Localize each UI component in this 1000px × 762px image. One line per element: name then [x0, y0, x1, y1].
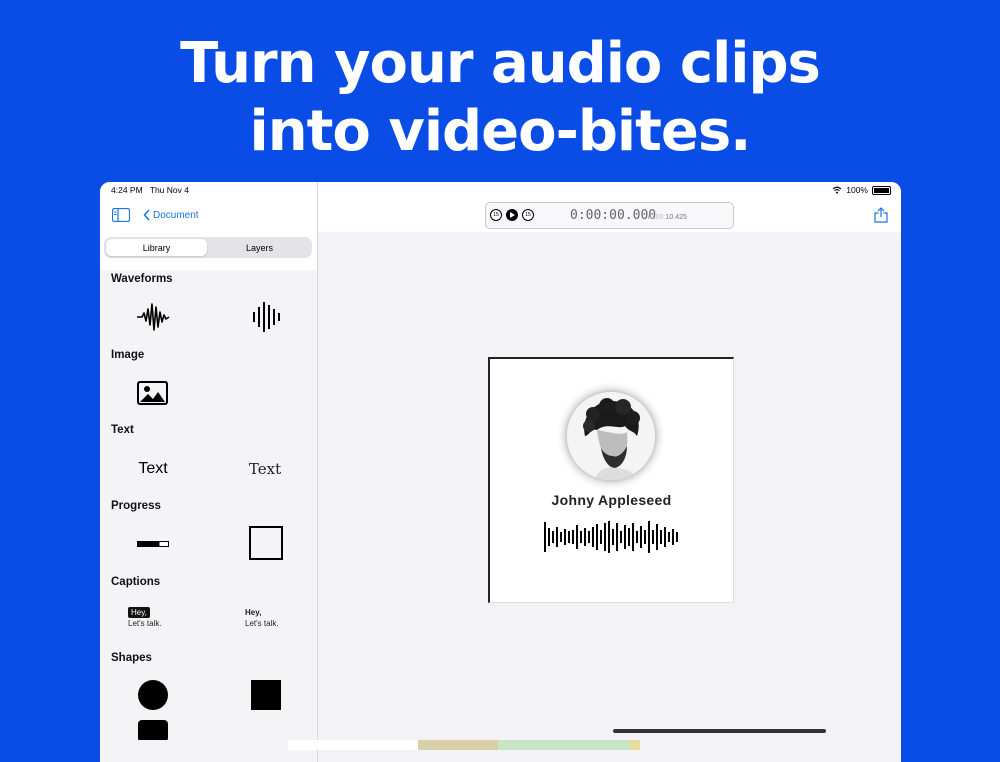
- headline-line-1: Turn your audio clips: [180, 31, 821, 96]
- section-title-image: Image: [111, 349, 145, 361]
- share-icon[interactable]: [874, 207, 888, 223]
- caption-line: Let's talk.: [128, 619, 162, 628]
- segment-layers[interactable]: Layers: [209, 239, 310, 256]
- ipad-screen: 4:24 PM Thu Nov 4 Document Library Layer…: [100, 182, 901, 762]
- canvas-name-text: Johny Appleseed: [551, 492, 672, 508]
- section-title-progress: Progress: [111, 500, 161, 512]
- rounded-rect-shape-icon: [137, 720, 168, 740]
- chevron-left-icon: [143, 209, 150, 221]
- main-editor: 100% 15 15 0:00:00.000 /0:00:10.425 John…: [318, 182, 901, 762]
- skip-forward-15-button[interactable]: 15: [522, 209, 534, 221]
- shape-rounded-rect-tile[interactable]: [130, 718, 175, 740]
- waveform-icon: [136, 303, 169, 331]
- play-button[interactable]: [506, 209, 518, 221]
- image-tile[interactable]: [130, 376, 175, 410]
- video-canvas[interactable]: Johny Appleseed: [488, 357, 734, 603]
- shape-circle-tile[interactable]: [130, 678, 175, 712]
- avatar[interactable]: [567, 392, 655, 480]
- waveform-bars-tile[interactable]: [243, 299, 288, 335]
- section-title-text: Text: [111, 424, 134, 436]
- progress-square-tile[interactable]: [243, 524, 288, 562]
- duration-timecode: /0:00:10.425: [648, 214, 687, 221]
- skip-back-15-button[interactable]: 15: [490, 209, 502, 221]
- square-outline-icon: [248, 526, 283, 560]
- status-battery: 100%: [832, 185, 891, 195]
- caption-bold-tile[interactable]: Hey, Let's talk.: [245, 607, 295, 633]
- progress-bar-tile[interactable]: [130, 532, 175, 556]
- headline-line-2: into video-bites.: [249, 99, 752, 164]
- waveform-bars-icon: [252, 302, 280, 332]
- home-indicator: [613, 729, 826, 733]
- status-time: 4:24 PM Thu Nov 4: [111, 185, 189, 195]
- circle-shape-icon: [137, 680, 168, 710]
- caption-highlight-tile[interactable]: Hey, Let's talk.: [128, 607, 178, 633]
- section-title-captions: Captions: [111, 576, 161, 588]
- portrait-image: [567, 392, 655, 480]
- wifi-icon: [832, 186, 842, 194]
- caption-line: Let's talk.: [245, 619, 279, 628]
- waveform-wiggle-tile[interactable]: [130, 299, 175, 335]
- section-title-waveforms: Waveforms: [111, 273, 173, 285]
- transport-bar: 15 15 0:00:00.000 /0:00:10.425: [485, 202, 734, 229]
- shape-square-tile[interactable]: [243, 678, 288, 712]
- text-sans-tile[interactable]: Text: [128, 457, 178, 481]
- square-shape-icon: [250, 680, 281, 710]
- back-button[interactable]: Document: [143, 209, 199, 221]
- sidebar: 4:24 PM Thu Nov 4 Document Library Layer…: [100, 182, 318, 762]
- segment-library[interactable]: Library: [106, 239, 207, 256]
- back-label: Document: [153, 209, 199, 221]
- text-serif-tile[interactable]: Text: [240, 457, 290, 481]
- progress-bar-icon: [136, 541, 169, 547]
- library-layers-segmented-control: Library Layers: [104, 237, 312, 258]
- caption-highlight-word: Hey,: [128, 607, 150, 618]
- section-title-shapes: Shapes: [111, 652, 152, 664]
- canvas-waveform: [544, 521, 678, 553]
- battery-icon: [872, 185, 891, 195]
- headline: Turn your audio clips into video-bites.: [0, 30, 1000, 166]
- caption-bold-word: Hey,: [245, 608, 262, 617]
- sidebar-toggle-icon[interactable]: [112, 208, 130, 222]
- image-icon: [137, 381, 168, 405]
- timeline-strip: [288, 740, 640, 750]
- current-timecode: 0:00:00.000: [570, 208, 657, 223]
